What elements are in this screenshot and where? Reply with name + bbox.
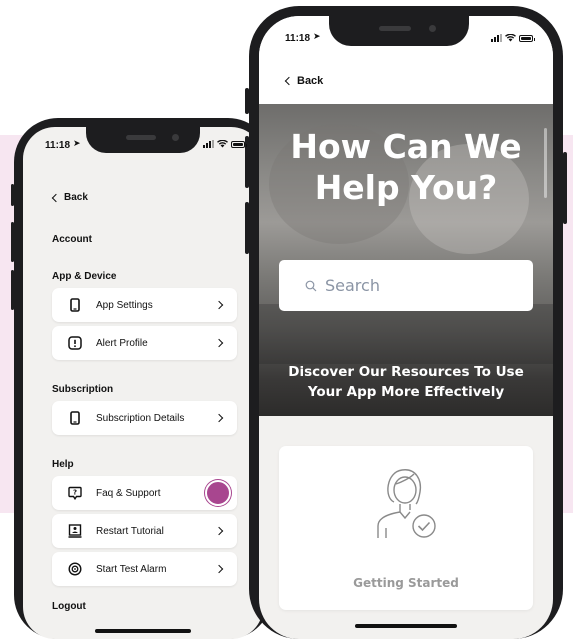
notch xyxy=(86,127,200,153)
hero-subtitle: Discover Our Resources To Use Your App M… xyxy=(259,362,553,402)
menu-item-label: Restart Tutorial xyxy=(96,525,164,537)
phone-icon xyxy=(60,298,90,312)
chevron-right-icon xyxy=(214,564,224,574)
card-label: Getting Started xyxy=(353,576,459,590)
status-icons xyxy=(491,34,535,42)
location-arrow-icon: ➤ xyxy=(313,31,321,41)
chevron-left-icon xyxy=(51,193,61,202)
battery-icon xyxy=(519,35,535,42)
section-app-device: App & Device xyxy=(52,271,117,282)
speaker xyxy=(126,135,156,140)
signal-icon xyxy=(203,140,214,148)
mute-switch xyxy=(245,88,249,114)
menu-item-label: Alert Profile xyxy=(96,337,148,349)
hero-subtitle-line2: Your App More Effectively xyxy=(307,384,505,400)
section-help: Help xyxy=(52,459,74,470)
status-time: 11:18 xyxy=(45,140,71,151)
volume-up-button xyxy=(11,222,14,262)
search-placeholder: Search xyxy=(325,276,380,295)
left-phone-screen: 11:18 ➤ Back Account App & Device App Se… xyxy=(23,127,263,639)
alert-icon xyxy=(60,336,90,350)
status-icons xyxy=(203,140,247,148)
hero-title-line2: Help You? xyxy=(314,168,498,207)
phone-icon xyxy=(60,411,90,425)
hero-title: How Can We Help You? xyxy=(259,126,553,208)
menu-item-start-test-alarm[interactable]: Start Test Alarm xyxy=(52,552,237,586)
location-arrow-icon: ➤ xyxy=(73,138,81,148)
right-phone-frame: 11:18 ➤ Back How Can We Help You? Search xyxy=(245,6,567,639)
status-time: 11:18 xyxy=(285,33,311,44)
chat-question-icon: ? xyxy=(60,486,90,500)
tutorial-icon xyxy=(60,524,90,538)
chevron-right-icon xyxy=(214,338,224,348)
back-label: Back xyxy=(64,192,88,203)
chevron-right-icon xyxy=(214,413,224,423)
menu-item-restart-tutorial[interactable]: Restart Tutorial xyxy=(52,514,237,548)
hero-title-line1: How Can We xyxy=(290,127,522,166)
touch-indicator xyxy=(205,480,231,506)
signal-icon xyxy=(491,34,502,42)
volume-down-button xyxy=(245,202,249,254)
camera xyxy=(172,134,179,141)
menu-item-app-settings[interactable]: App Settings xyxy=(52,288,237,322)
left-phone-frame: 11:18 ➤ Back Account App & Device App Se… xyxy=(11,118,272,639)
power-button xyxy=(563,152,567,224)
menu-item-label: Subscription Details xyxy=(96,412,185,424)
alarm-icon xyxy=(60,562,90,576)
person-check-icon xyxy=(377,469,436,538)
chevron-left-icon xyxy=(284,76,294,86)
right-phone-screen: 11:18 ➤ Back How Can We Help You? Search xyxy=(259,16,553,639)
home-indicator xyxy=(95,629,191,633)
menu-item-faq-support[interactable]: ? Faq & Support xyxy=(52,476,237,510)
search-icon xyxy=(305,280,317,291)
scrollbar[interactable] xyxy=(544,128,547,198)
hero-subtitle-line1: Discover Our Resources To Use xyxy=(288,364,524,380)
back-button[interactable]: Back xyxy=(51,192,88,203)
section-account[interactable]: Account xyxy=(52,234,92,245)
menu-item-label: App Settings xyxy=(96,299,153,311)
notch xyxy=(329,16,469,46)
home-indicator xyxy=(355,624,457,628)
menu-item-subscription-details[interactable]: Subscription Details xyxy=(52,401,237,435)
section-subscription: Subscription xyxy=(52,384,114,395)
hero-banner: How Can We Help You? Search Discover Our… xyxy=(259,104,553,416)
battery-icon xyxy=(231,141,247,148)
menu-item-label: Start Test Alarm xyxy=(96,563,167,575)
back-label: Back xyxy=(297,75,324,87)
volume-down-button xyxy=(11,270,14,310)
getting-started-card[interactable]: Getting Started xyxy=(279,446,533,610)
logout-link[interactable]: Logout xyxy=(52,601,86,612)
speaker xyxy=(379,26,411,31)
wifi-icon xyxy=(505,34,516,42)
svg-text:?: ? xyxy=(73,489,77,497)
mute-switch xyxy=(11,184,14,206)
chevron-right-icon xyxy=(214,526,224,536)
menu-item-alert-profile[interactable]: Alert Profile xyxy=(52,326,237,360)
camera xyxy=(429,25,436,32)
search-input[interactable]: Search xyxy=(279,260,533,311)
wifi-icon xyxy=(217,140,228,148)
back-button[interactable]: Back xyxy=(284,75,324,87)
chevron-right-icon xyxy=(214,300,224,310)
